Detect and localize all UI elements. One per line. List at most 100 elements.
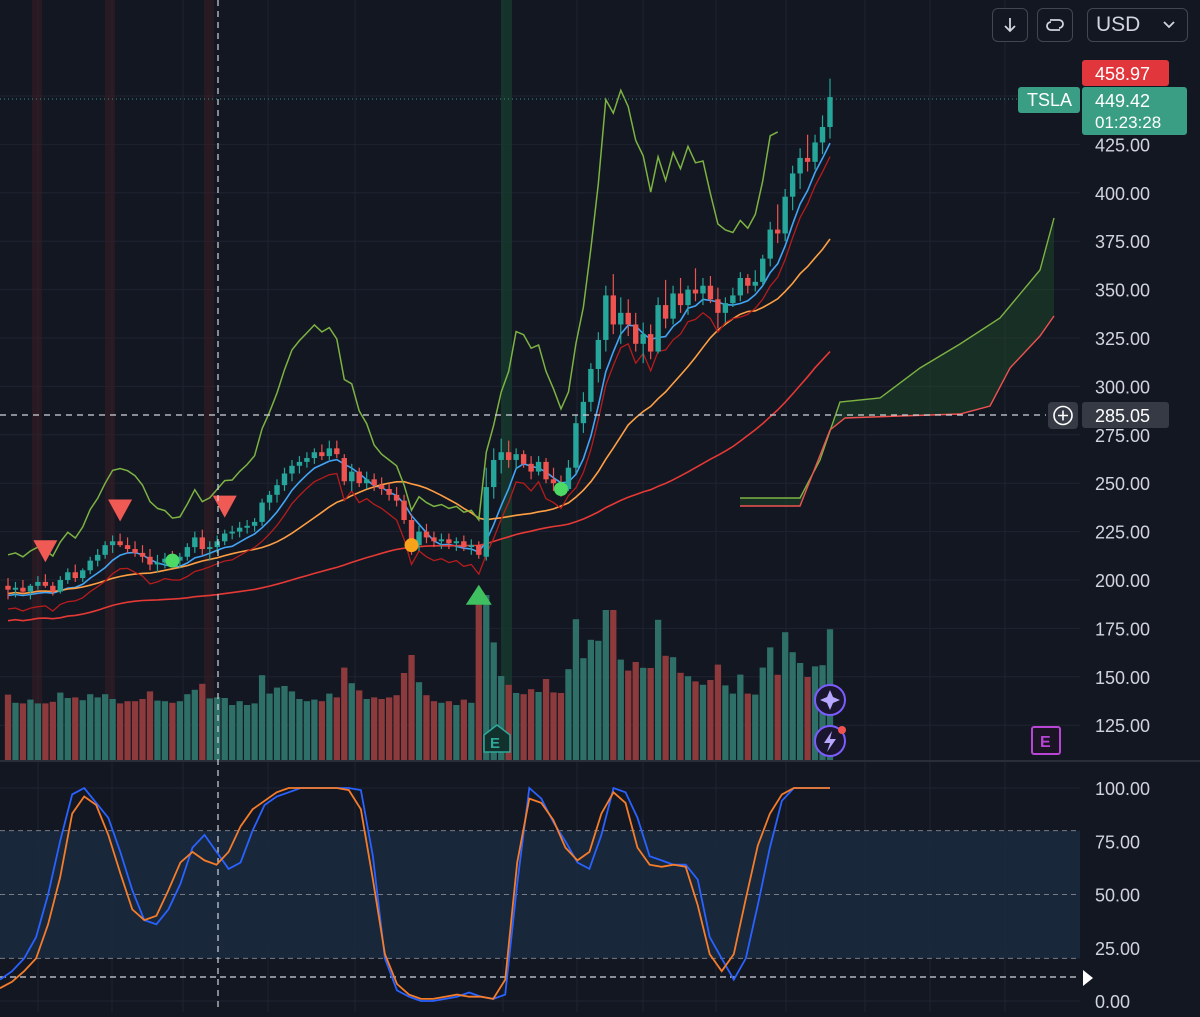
volume-bar bbox=[311, 699, 318, 760]
future-earnings-marker[interactable]: E bbox=[1031, 726, 1061, 755]
volume-bar bbox=[64, 698, 71, 760]
volume-bar bbox=[587, 639, 595, 760]
bar-countdown-label: 01:23:28 bbox=[1095, 113, 1161, 132]
candle-body bbox=[491, 459, 497, 488]
upper-band-line bbox=[7, 88, 779, 558]
arrow-down-icon bbox=[1004, 18, 1016, 33]
price-tick-label: 325.00 bbox=[1095, 329, 1150, 349]
volume-bar bbox=[288, 691, 296, 760]
candle-body bbox=[244, 525, 250, 528]
chevron-down-icon bbox=[1163, 21, 1175, 29]
volume-bar bbox=[146, 691, 154, 760]
volume-bar bbox=[602, 610, 609, 760]
candle-body bbox=[102, 545, 108, 555]
currency-label: USD bbox=[1096, 13, 1141, 36]
lightning-event-button[interactable] bbox=[814, 725, 846, 757]
currency-select[interactable]: USD bbox=[1087, 8, 1188, 42]
price-tick-label: 125.00 bbox=[1095, 716, 1150, 736]
signal-dot[interactable] bbox=[404, 538, 419, 553]
candle-body bbox=[5, 585, 11, 590]
sell-signal-marker[interactable] bbox=[212, 495, 237, 518]
volume-bar bbox=[34, 703, 42, 760]
volume-bar bbox=[610, 610, 617, 760]
scroll-to-latest-button[interactable] bbox=[992, 8, 1028, 42]
volume-bar bbox=[139, 699, 146, 760]
volume-bar bbox=[393, 695, 400, 760]
volume-bar bbox=[109, 699, 116, 760]
volume-bar bbox=[699, 684, 707, 760]
volume-bar bbox=[296, 699, 303, 760]
candle-body bbox=[505, 452, 512, 460]
price-tick-label: 425.00 bbox=[1095, 135, 1150, 155]
volume-bar bbox=[550, 692, 557, 760]
candle-body bbox=[296, 461, 303, 466]
volume-bar bbox=[654, 619, 662, 760]
signal-dot[interactable] bbox=[553, 482, 568, 497]
volume-bar bbox=[542, 679, 550, 760]
oscillator-tick-label: 75.00 bbox=[1095, 832, 1140, 852]
candle-body bbox=[610, 295, 616, 325]
candle-body bbox=[222, 533, 228, 542]
chart-area[interactable]: 125.00 150.00 175.00 200.00 225.00 250.00 275.… bbox=[0, 0, 1200, 1012]
candle-body bbox=[423, 531, 430, 538]
symbol-label: TSLA bbox=[1027, 90, 1072, 110]
volume-bar bbox=[12, 702, 19, 760]
candle-body bbox=[707, 285, 714, 300]
volume-bar bbox=[356, 690, 363, 760]
volume-bar bbox=[27, 699, 34, 760]
oscillator-tick-label: 100.00 bbox=[1095, 779, 1150, 799]
volume-bar bbox=[57, 692, 64, 760]
volume-bar bbox=[176, 701, 184, 760]
volume-bar bbox=[191, 689, 198, 760]
candle-body bbox=[618, 312, 624, 325]
candle-body bbox=[35, 581, 41, 586]
volume-bar bbox=[333, 697, 340, 760]
volume-bar bbox=[707, 680, 714, 760]
volume-bar bbox=[640, 667, 647, 760]
candle-body bbox=[289, 465, 295, 474]
add-alert-button[interactable] bbox=[1048, 402, 1078, 429]
volume-bar bbox=[557, 693, 565, 760]
volume-bar bbox=[744, 693, 751, 760]
price-chart[interactable]: 125.00 150.00 175.00 200.00 225.00 250.00 275.… bbox=[0, 0, 1200, 1012]
volume-bar bbox=[580, 658, 587, 760]
volume-bar bbox=[363, 699, 370, 760]
candle-body bbox=[65, 572, 71, 580]
sparkle-event-button[interactable] bbox=[814, 684, 846, 716]
candle-body bbox=[12, 587, 19, 590]
sell-signal-column bbox=[32, 0, 42, 760]
volume-bar bbox=[684, 676, 692, 760]
candle-body bbox=[476, 545, 482, 555]
candle-body bbox=[812, 142, 818, 162]
volume-bar bbox=[4, 694, 12, 760]
candle-body bbox=[42, 581, 49, 586]
candle-body bbox=[274, 485, 280, 495]
price-tick-label: 250.00 bbox=[1095, 474, 1150, 494]
future-earnings-label: E bbox=[1040, 734, 1051, 751]
volume-bar bbox=[199, 683, 206, 760]
candle-body bbox=[184, 547, 191, 557]
candle-body bbox=[192, 537, 198, 548]
signal-dot[interactable] bbox=[165, 553, 180, 568]
candle-body bbox=[154, 562, 161, 565]
volume-bar bbox=[102, 694, 109, 760]
replay-button[interactable] bbox=[1037, 8, 1073, 42]
candle-body bbox=[334, 448, 340, 455]
volume-bar bbox=[42, 703, 49, 760]
volume-bar bbox=[243, 705, 251, 760]
candle-body bbox=[737, 277, 744, 296]
candle-body bbox=[326, 448, 333, 457]
candle-body bbox=[767, 229, 773, 259]
volume-bar bbox=[221, 698, 228, 760]
candle-body bbox=[633, 324, 639, 344]
volume-bar bbox=[281, 686, 288, 760]
sell-signal-column bbox=[105, 0, 115, 760]
high-price-label: 458.97 bbox=[1095, 64, 1150, 84]
buy-signal-marker[interactable] bbox=[465, 584, 492, 605]
candle-body bbox=[588, 368, 594, 402]
volume-bar bbox=[647, 668, 654, 760]
candle-body bbox=[72, 572, 78, 579]
candle-body bbox=[700, 285, 706, 294]
candle-body bbox=[207, 547, 213, 550]
volume-bar bbox=[572, 619, 580, 760]
